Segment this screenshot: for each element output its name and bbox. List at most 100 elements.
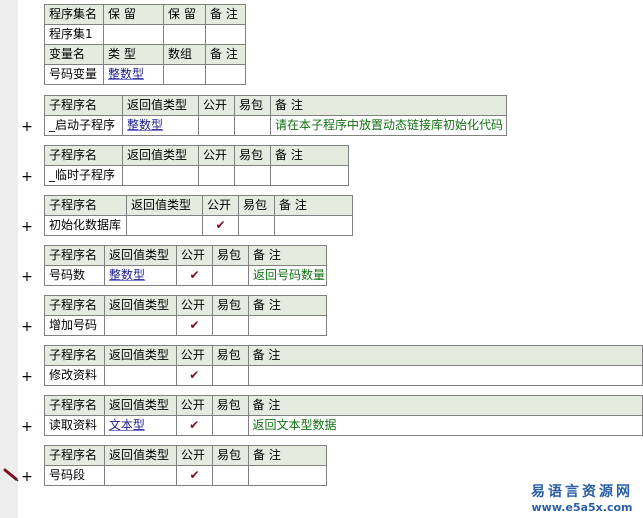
col-header: 易包 xyxy=(212,295,249,316)
public-flag[interactable]: ✔ xyxy=(176,465,213,486)
return-type[interactable] xyxy=(126,215,203,236)
expand-button[interactable]: + xyxy=(21,320,33,334)
col-header: 返回值类型 xyxy=(126,195,203,216)
program-set-name[interactable]: 程序集1 xyxy=(44,24,104,45)
col-header: 易包 xyxy=(212,445,249,466)
subroutine-table: 子程序名 返回值类型 公开 易包备 注读取资料 文本型 ✔ 返回文本型数据 xyxy=(44,395,643,436)
check-icon: ✔ xyxy=(189,268,200,282)
note[interactable]: 请在本子程序中放置动态链接库初始化代码 xyxy=(270,115,507,136)
easy-package-flag[interactable] xyxy=(234,165,271,186)
subroutine-name[interactable]: 增加号码 xyxy=(44,315,105,336)
easy-package-flag[interactable] xyxy=(234,115,271,136)
easy-package-flag[interactable] xyxy=(212,315,249,336)
col-header: 子程序名 xyxy=(44,95,123,116)
expand-button[interactable]: + xyxy=(21,170,33,184)
return-type[interactable] xyxy=(103,365,177,386)
col-header: 备 注 xyxy=(247,395,643,416)
check-icon: ✔ xyxy=(189,418,200,432)
public-flag[interactable]: ✔ xyxy=(202,215,239,236)
note[interactable] xyxy=(247,365,643,386)
note[interactable] xyxy=(270,165,349,186)
col-header: 易包 xyxy=(234,145,271,166)
easy-package-flag[interactable] xyxy=(211,415,249,436)
col-header: 备 注 xyxy=(270,145,349,166)
check-icon: ✔ xyxy=(189,368,200,382)
return-type[interactable] xyxy=(122,165,199,186)
easy-package-flag[interactable] xyxy=(211,365,249,386)
cell[interactable] xyxy=(205,24,246,45)
expand-button[interactable]: + xyxy=(21,120,33,134)
subroutine-table: 子程序名 返回值类型 公开 易包备 注 _临时子程序 xyxy=(44,145,349,186)
col-header: 子程序名 xyxy=(44,345,105,366)
subroutine-name[interactable]: _临时子程序 xyxy=(44,165,123,186)
note[interactable]: 返回号码数量 xyxy=(248,265,327,286)
col-header: 类 型 xyxy=(103,44,164,65)
public-flag[interactable] xyxy=(198,165,235,186)
col-header: 返回值类型 xyxy=(103,395,177,416)
col-header: 子程序名 xyxy=(44,145,123,166)
note[interactable] xyxy=(274,215,353,236)
col-header: 子程序名 xyxy=(44,395,105,416)
check-icon: ✔ xyxy=(215,218,226,232)
subroutine-name[interactable]: 初始化数据库 xyxy=(44,215,127,236)
cell[interactable] xyxy=(103,24,164,45)
col-header: 公开 xyxy=(198,95,235,116)
col-header: 备 注 xyxy=(248,445,327,466)
cell[interactable] xyxy=(163,24,206,45)
col-header: 易包 xyxy=(238,195,275,216)
subroutine-name[interactable]: 修改资料 xyxy=(44,365,105,386)
variable-type[interactable]: 整数型 xyxy=(103,64,164,85)
public-flag[interactable]: ✔ xyxy=(175,415,213,436)
subroutine-table: 子程序名 返回值类型 公开 易包备 注增加号码 ✔ xyxy=(44,295,327,336)
expand-button[interactable]: + xyxy=(21,270,33,284)
subroutine-table: 子程序名 返回值类型 公开 易包备 注号码数 整数型 ✔ 返回号码数量 xyxy=(44,245,327,286)
check-icon: ✔ xyxy=(189,468,200,482)
easy-package-flag[interactable] xyxy=(238,215,275,236)
col-header: 保 留 xyxy=(103,4,164,25)
return-type[interactable]: 整数型 xyxy=(122,115,199,136)
return-type[interactable]: 整数型 xyxy=(104,265,177,286)
note[interactable]: 返回文本型数据 xyxy=(247,415,643,436)
expand-button[interactable]: + xyxy=(21,420,33,434)
col-header: 子程序名 xyxy=(44,245,105,266)
subroutine-table: 子程序名 返回值类型 公开 易包备 注号码段 ✔ xyxy=(44,445,327,486)
expand-button[interactable]: + xyxy=(21,370,33,384)
watermark: 易语言资源网 www.e5a5x.com xyxy=(527,481,637,514)
subroutine-name[interactable]: 号码数 xyxy=(44,265,105,286)
watermark-url: www.e5a5x.com xyxy=(531,501,633,514)
variable-name[interactable]: 号码变量 xyxy=(44,64,104,85)
return-type[interactable] xyxy=(104,465,177,486)
col-header: 返回值类型 xyxy=(104,295,177,316)
col-header: 返回值类型 xyxy=(104,445,177,466)
col-header: 备 注 xyxy=(205,44,246,65)
cell[interactable] xyxy=(163,64,206,85)
col-header: 备 注 xyxy=(248,245,327,266)
col-header: 公开 xyxy=(175,345,213,366)
expand-button[interactable]: + xyxy=(21,470,33,484)
public-flag[interactable] xyxy=(198,115,235,136)
subroutine-name[interactable]: _启动子程序 xyxy=(44,115,123,136)
return-type[interactable]: 文本型 xyxy=(103,415,177,436)
col-header: 返回值类型 xyxy=(103,345,177,366)
public-flag[interactable]: ✔ xyxy=(175,365,213,386)
subroutine-table: 子程序名 返回值类型 公开 易包备 注初始化数据库 ✔ xyxy=(44,195,353,236)
left-gutter xyxy=(0,0,18,518)
col-header: 公开 xyxy=(176,445,213,466)
col-header: 公开 xyxy=(176,245,213,266)
col-header: 返回值类型 xyxy=(122,95,199,116)
note[interactable] xyxy=(248,315,327,336)
easy-package-flag[interactable] xyxy=(212,265,249,286)
col-header: 公开 xyxy=(198,145,235,166)
note[interactable] xyxy=(248,465,327,486)
col-header: 子程序名 xyxy=(44,445,105,466)
expand-button[interactable]: + xyxy=(21,220,33,234)
col-header: 易包 xyxy=(211,345,249,366)
cell[interactable] xyxy=(205,64,246,85)
subroutine-name[interactable]: 号码段 xyxy=(44,465,105,486)
easy-package-flag[interactable] xyxy=(212,465,249,486)
public-flag[interactable]: ✔ xyxy=(176,315,213,336)
return-type[interactable] xyxy=(104,315,177,336)
subroutine-name[interactable]: 读取资料 xyxy=(44,415,105,436)
watermark-title: 易语言资源网 xyxy=(531,484,633,500)
public-flag[interactable]: ✔ xyxy=(176,265,213,286)
